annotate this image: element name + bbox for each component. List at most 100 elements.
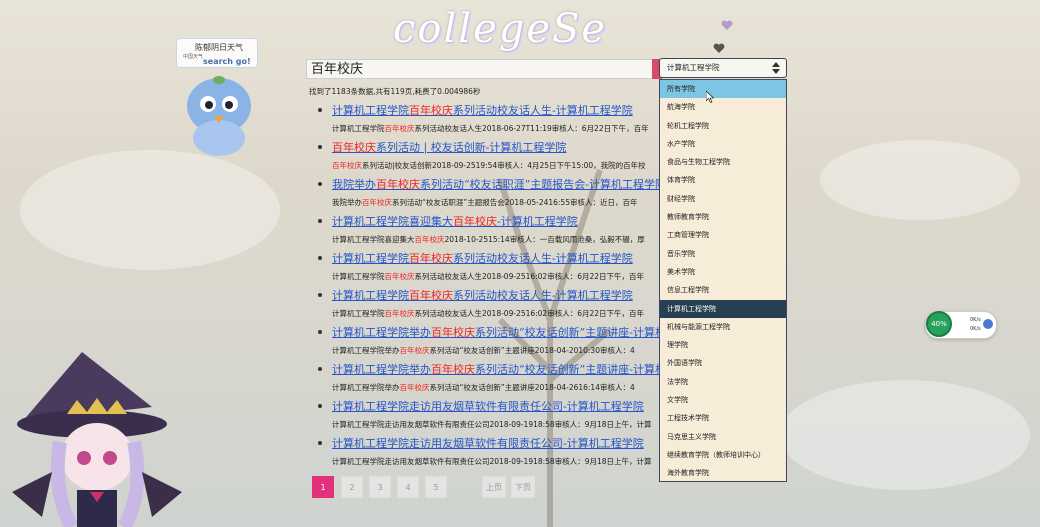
result-title-post: 系列活动校友话人生-计算机工程学院 [453,104,633,117]
result-title-link[interactable]: 计算机工程学院举办百年校庆系列活动“校友话创新”主题讲座-计算机 [332,324,666,340]
page-4-button[interactable]: 4 [397,476,419,498]
college-option[interactable]: 机械与能源工程学院 [660,318,786,336]
result-title-pre: 计算机工程学院走访用友烟草软件有限责任公司-计算机工程学院 [332,437,644,450]
result-title-post: 系列活动校友话人生-计算机工程学院 [453,252,633,265]
result-item: 我院举办百年校庆系列活动“校友话职涯”主题报告会-计算机工程学院 我院举办百年校庆… [318,176,678,213]
mascot-image [187,76,251,156]
college-option[interactable]: 教师教育学院 [660,208,786,226]
college-option[interactable]: 理学院 [660,336,786,354]
college-option[interactable]: 海外教育学院 [660,464,786,481]
result-title-highlight: 百年校庆 [431,326,475,339]
result-snippet: 计算机工程学院百年校庆系列活动校友话人生2018-06-27T11:19审核人：… [332,123,649,134]
speedup-ball-icon[interactable] [983,319,993,329]
page-3-button[interactable]: 3 [369,476,391,498]
result-title-link[interactable]: 计算机工程学院走访用友烟草软件有限责任公司-计算机工程学院 [332,398,644,414]
bullet-icon [318,441,322,445]
mouse-cursor-icon [706,91,714,103]
search-stats: 找到了1183条数据,共有119页,耗费了0.004986秒 [309,87,481,96]
result-title-highlight: 百年校庆 [409,252,453,265]
search-input[interactable]: 百年校庆 [306,59,660,79]
result-item: 计算机工程学院百年校庆系列活动校友话人生-计算机工程学院 计算机工程学院百年校庆系… [318,250,678,287]
result-title-highlight: 百年校庆 [332,141,376,154]
upload-speed: 0K/s [970,317,981,323]
bullet-icon [318,182,322,186]
result-title-link[interactable]: 计算机工程学院举办百年校庆系列活动“校友话创新”主题讲座-计算机 [332,361,666,377]
result-snippet-post: 2018-10-2515:14审核人：一百载风雨沧桑，弘毅不辍，厚 [444,235,645,244]
result-title-link[interactable]: 计算机工程学院喜迎集大百年校庆-计算机工程学院 [332,213,578,229]
result-title-pre: 计算机工程学院喜迎集大 [332,215,453,228]
college-select[interactable]: 计算机工程学院 [659,58,787,78]
result-snippet-highlight: 百年校庆 [384,124,415,133]
college-option[interactable]: 水产学院 [660,135,786,153]
result-title-link[interactable]: 计算机工程学院百年校庆系列活动校友话人生-计算机工程学院 [332,102,633,118]
page-5-button[interactable]: 5 [425,476,447,498]
college-option[interactable]: 轮机工程学院 [660,117,786,135]
weather-search-link[interactable]: search go! [203,57,251,66]
college-option[interactable]: 航海学院 [660,98,786,116]
result-title-link[interactable]: 我院举办百年校庆系列活动“校友话职涯”主题报告会-计算机工程学院 [332,176,666,192]
result-snippet-post: 系列活动“校友话创新”主题讲座2018-04-2616:14审核人：4 [429,383,635,392]
result-snippet-highlight: 百年校庆 [399,346,430,355]
result-title-pre: 计算机工程学院 [332,104,409,117]
college-option[interactable]: 马克思主义学院 [660,428,786,446]
result-snippet-highlight: 百年校庆 [414,235,445,244]
prev-page-button[interactable]: 上页 [482,476,506,498]
result-title-highlight: 百年校庆 [409,104,453,117]
heart-icon [721,20,733,30]
result-snippet: 计算机工程学院百年校庆系列活动校友话人生2018-09-2516:02审核人：6… [332,271,644,282]
result-title-link[interactable]: 计算机工程学院百年校庆系列活动校友话人生-计算机工程学院 [332,250,633,266]
result-snippet-highlight: 百年校庆 [384,272,415,281]
college-option[interactable]: 外国语学院 [660,354,786,372]
result-title-highlight: 百年校庆 [431,363,475,376]
college-option[interactable]: 体育学院 [660,171,786,189]
result-snippet: 计算机工程学院走访用友烟草软件有限责任公司2018-09-1918:58审核人：… [332,456,652,467]
memory-percent: 40% [926,311,952,337]
result-snippet-post: 系列活动校友话人生2018-06-27T11:19审核人：6月22日下午，百年 [414,124,649,133]
result-snippet: 计算机工程学院走访用友烟草软件有限责任公司2018-09-1918:58审核人：… [332,419,652,430]
result-item: 计算机工程学院走访用友烟草软件有限责任公司-计算机工程学院计算机工程学院走访用友… [318,398,678,435]
college-option[interactable]: 音乐学院 [660,245,786,263]
weather-source: 中国天气 [183,54,204,60]
result-snippet-pre: 计算机工程学院喜迎集大 [332,235,415,244]
college-option[interactable]: 食品与生物工程学院 [660,153,786,171]
college-option[interactable]: 财经学院 [660,190,786,208]
page-2-button[interactable]: 2 [341,476,363,498]
result-title-post: 系列活动 | 校友话创新-计算机工程学院 [376,141,567,154]
result-title-pre: 计算机工程学院 [332,289,409,302]
college-option[interactable]: 法学院 [660,373,786,391]
result-snippet-pre: 计算机工程学院举办 [332,383,400,392]
result-title-link[interactable]: 百年校庆系列活动 | 校友话创新-计算机工程学院 [332,139,566,155]
background-cloud [20,150,280,270]
college-option[interactable]: 继续教育学院（教师培训中心） [660,446,786,464]
college-option[interactable]: 文学院 [660,391,786,409]
bullet-icon [318,219,322,223]
result-snippet-pre: 计算机工程学院 [332,124,385,133]
college-option[interactable]: 所有学院 [660,80,786,99]
site-logo[interactable]: collegeSe [393,6,605,52]
witch-character-image [12,352,182,527]
result-title-link[interactable]: 计算机工程学院走访用友烟草软件有限责任公司-计算机工程学院 [332,435,644,451]
bullet-icon [318,256,322,260]
result-title-pre: 计算机工程学院举办 [332,326,431,339]
page-1-button[interactable]: 1 [312,476,334,498]
select-arrows-icon [772,62,780,74]
next-page-button[interactable]: 下页 [511,476,535,498]
result-snippet: 计算机工程学院举办百年校庆系列活动“校友话创新”主题讲座2018-04-2010… [332,345,635,356]
result-item: 计算机工程学院走访用友烟草软件有限责任公司-计算机工程学院 计算机工程学院走访用友… [318,435,678,472]
result-title-link[interactable]: 计算机工程学院百年校庆系列活动校友话人生-计算机工程学院 [332,287,633,303]
bullet-icon [318,330,322,334]
college-option[interactable]: 工程技术学院 [660,409,786,427]
result-title-post: 系列活动“校友话创新”主题讲座-计算机 [475,363,666,376]
bullet-icon [318,404,322,408]
result-snippet-pre: 我院举办 [332,198,362,207]
weather-widget[interactable]: 陈郁阴日天气 中国天气 search go! [176,38,258,68]
college-option[interactable]: 美术学院 [660,263,786,281]
college-option[interactable]: 计算机工程学院 [660,299,786,318]
network-speed-widget[interactable]: 40% 0K/s 0K/s [925,311,997,339]
college-option[interactable]: 信息工程学院 [660,281,786,299]
result-title-post: 系列活动校友话人生-计算机工程学院 [453,289,633,302]
result-snippet-post: 系列活动校友话人生2018-09-2516:02审核人：6月22日下午，百年 [414,309,645,318]
result-title-pre: 计算机工程学院 [332,252,409,265]
college-option[interactable]: 工商管理学院 [660,226,786,244]
result-item: 计算机工程学院喜迎集大百年校庆-计算机工程学院 计算机工程学院喜迎集大百年校庆20… [318,213,678,250]
